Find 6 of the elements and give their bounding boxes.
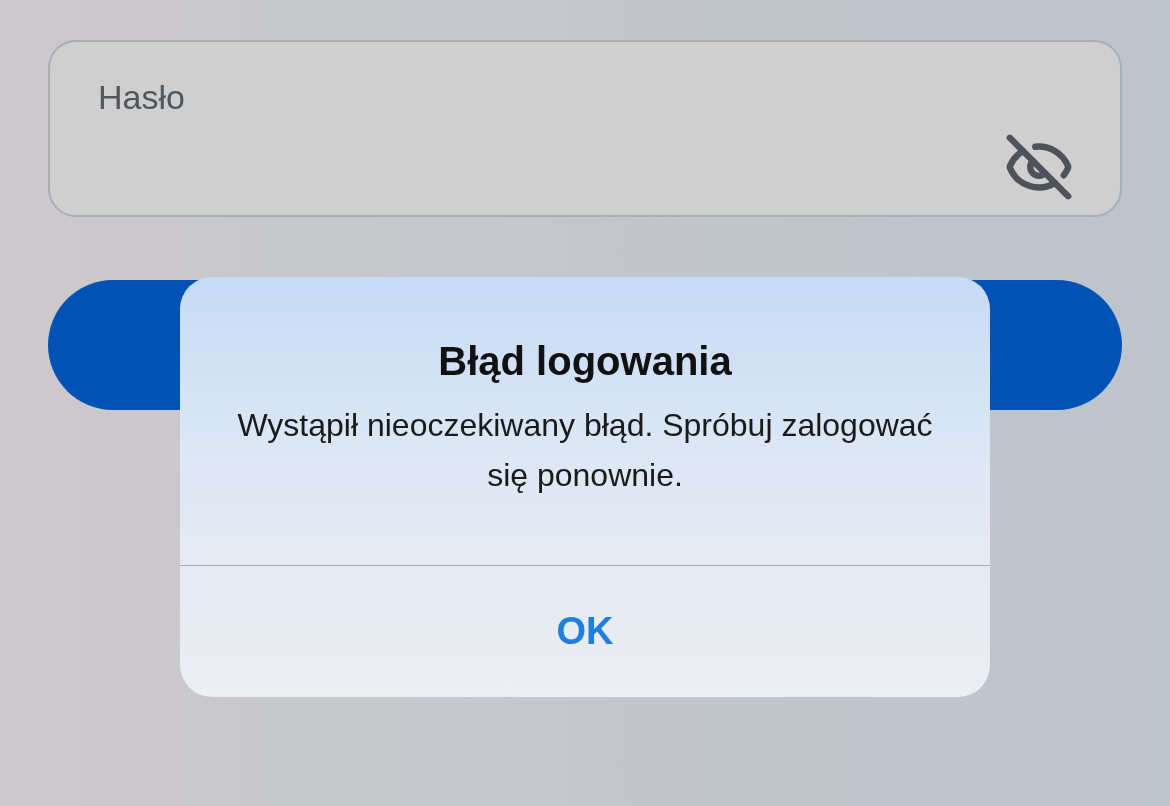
field-label: Hasło xyxy=(98,78,185,117)
alert-message: Wystąpił nieoczekiwany błąd. Spróbuj zalogować się ponownie. xyxy=(236,406,934,495)
password-field[interactable]: Hasło xyxy=(48,40,1122,217)
alert-title: Błąd logowania xyxy=(438,339,732,384)
eye-slash-icon[interactable] xyxy=(1004,132,1074,202)
ok-button[interactable]: OK xyxy=(180,566,990,697)
